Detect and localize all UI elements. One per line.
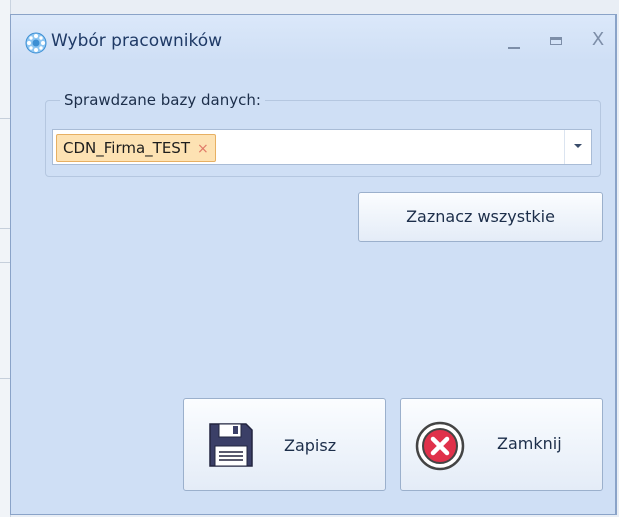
token-label: CDN_Firma_TEST bbox=[63, 139, 190, 157]
close-circle-icon bbox=[415, 421, 465, 471]
close-label: Zamknij bbox=[497, 434, 562, 453]
minimize-icon bbox=[508, 46, 520, 49]
group-legend: Sprawdzane bazy danych: bbox=[64, 91, 261, 109]
dialog-window: Wybór pracowników X Sprawdzane bazy dany… bbox=[10, 14, 617, 515]
maximize-button[interactable] bbox=[543, 27, 569, 53]
close-window-button[interactable]: X bbox=[585, 27, 611, 53]
save-label: Zapisz bbox=[284, 436, 337, 455]
gear-icon bbox=[25, 32, 47, 54]
database-multiselect[interactable]: CDN_Firma_TEST × bbox=[52, 129, 592, 165]
database-group: Sprawdzane bazy danych: CDN_Firma_TEST × bbox=[45, 91, 601, 177]
dropdown-arrow-button[interactable] bbox=[564, 130, 591, 164]
select-all-button[interactable]: Zaznacz wszystkie bbox=[358, 192, 603, 242]
close-button[interactable]: Zamknij bbox=[400, 398, 603, 491]
maximize-icon bbox=[550, 36, 562, 45]
title-bar[interactable]: Wybór pracowników X bbox=[11, 15, 615, 61]
database-token[interactable]: CDN_Firma_TEST × bbox=[56, 134, 216, 162]
floppy-disk-icon bbox=[209, 423, 253, 467]
save-button[interactable]: Zapisz bbox=[183, 398, 386, 491]
window-title: Wybór pracowników bbox=[51, 31, 223, 51]
chevron-down-icon bbox=[574, 144, 582, 148]
token-remove-icon[interactable]: × bbox=[197, 141, 209, 157]
minimize-button[interactable] bbox=[501, 27, 527, 53]
